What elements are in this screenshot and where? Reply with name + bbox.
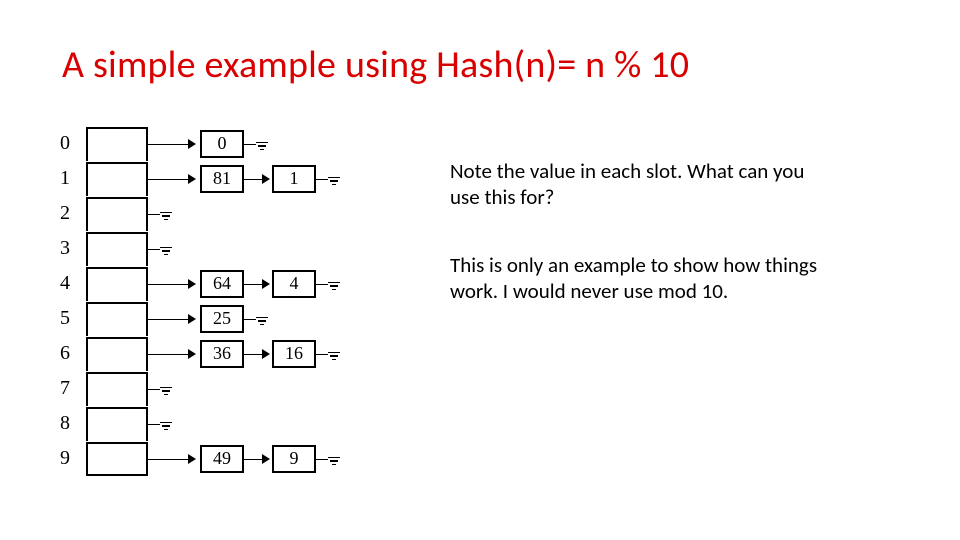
hash-row: 5 25	[60, 301, 342, 336]
body-paragraph-2: This is only an example to show how thin…	[450, 252, 820, 305]
null-terminator-icon	[244, 127, 270, 161]
bucket-index: 3	[60, 237, 86, 260]
chain-node: 36	[200, 340, 244, 368]
null-terminator-icon	[148, 407, 174, 441]
pointer-arrow-icon	[148, 442, 200, 476]
pointer-arrow-icon	[148, 267, 200, 301]
pointer-arrow-icon	[244, 162, 272, 196]
null-terminator-icon	[316, 442, 342, 476]
hash-row: 3	[60, 231, 342, 266]
bucket-slot	[86, 407, 148, 441]
pointer-arrow-icon	[148, 162, 200, 196]
bucket-slot	[86, 337, 148, 371]
hash-row: 7	[60, 371, 342, 406]
chain-node: 64	[200, 270, 244, 298]
hash-row: 9 49 9	[60, 441, 342, 476]
bucket-slot	[86, 372, 148, 406]
bucket-slot	[86, 162, 148, 196]
chain-node: 16	[272, 340, 316, 368]
bucket-slot	[86, 232, 148, 266]
pointer-arrow-icon	[148, 337, 200, 371]
bucket-index: 5	[60, 307, 86, 330]
bucket-index: 6	[60, 342, 86, 365]
chain-node: 4	[272, 270, 316, 298]
null-terminator-icon	[148, 372, 174, 406]
bucket-index: 4	[60, 272, 86, 295]
bucket-index: 1	[60, 167, 86, 190]
pointer-arrow-icon	[148, 302, 200, 336]
bucket-index: 7	[60, 377, 86, 400]
hash-table-diagram: 0 0 1 81 1 2 3 4	[60, 126, 342, 476]
chain-node: 9	[272, 445, 316, 473]
bucket-slot	[86, 442, 148, 476]
chain-node: 25	[200, 305, 244, 333]
hash-row: 4 64 4	[60, 266, 342, 301]
null-terminator-icon	[316, 162, 342, 196]
hash-row: 6 36 16	[60, 336, 342, 371]
chain-node: 49	[200, 445, 244, 473]
chain-node: 1	[272, 165, 316, 193]
slide: A simple example using Hash(n)= n % 10 0…	[0, 0, 960, 540]
pointer-arrow-icon	[244, 337, 272, 371]
hash-row: 8	[60, 406, 342, 441]
chain-node: 0	[200, 130, 244, 158]
bucket-slot	[86, 267, 148, 301]
bucket-index: 9	[60, 447, 86, 470]
hash-row: 1 81 1	[60, 161, 342, 196]
chain-node: 81	[200, 165, 244, 193]
bucket-index: 2	[60, 202, 86, 225]
hash-row: 2	[60, 196, 342, 231]
null-terminator-icon	[316, 267, 342, 301]
null-terminator-icon	[148, 197, 174, 231]
null-terminator-icon	[148, 232, 174, 266]
body-paragraph-1: Note the value in each slot. What can yo…	[450, 158, 820, 211]
bucket-index: 8	[60, 412, 86, 435]
bucket-index: 0	[60, 132, 86, 155]
null-terminator-icon	[316, 337, 342, 371]
pointer-arrow-icon	[148, 127, 200, 161]
hash-row: 0 0	[60, 126, 342, 161]
pointer-arrow-icon	[244, 267, 272, 301]
bucket-slot	[86, 127, 148, 161]
pointer-arrow-icon	[244, 442, 272, 476]
bucket-slot	[86, 197, 148, 231]
null-terminator-icon	[244, 302, 270, 336]
bucket-slot	[86, 302, 148, 336]
slide-title: A simple example using Hash(n)= n % 10	[62, 42, 689, 88]
